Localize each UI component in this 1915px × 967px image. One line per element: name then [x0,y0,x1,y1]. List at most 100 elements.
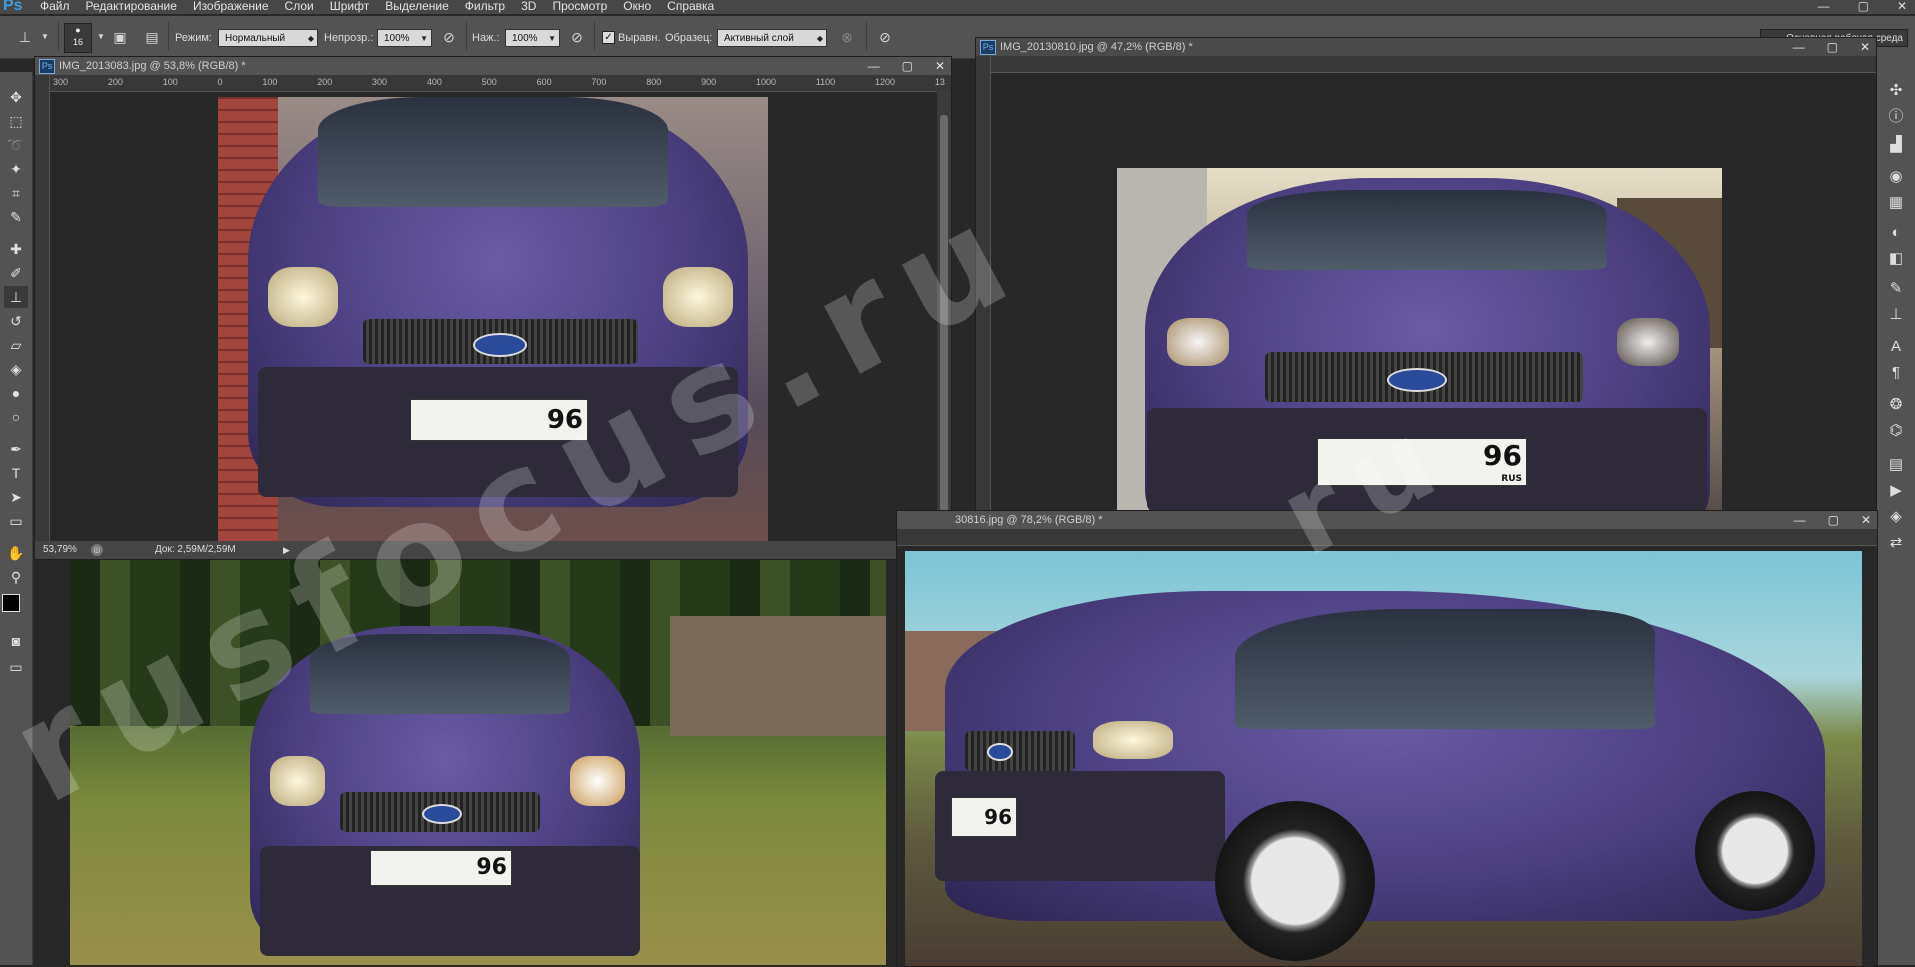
zoom-level[interactable]: 53,79% [43,541,77,559]
sample-select[interactable]: Активный слой ◆ [717,29,827,47]
vertical-scrollbar[interactable] [937,91,951,541]
eyedropper-icon[interactable]: ✎ [4,206,28,228]
zoom-icon[interactable]: ⚲ [4,566,28,588]
horizontal-ruler[interactable]: 300 200 100 0 100 200 300 400 500 600 700 800 900 100… [49,75,951,92]
brush-presets-icon[interactable]: ✎ [1885,278,1907,300]
lasso-icon[interactable]: ➰ [4,134,28,156]
actions-icon[interactable]: ▶ [1885,480,1907,502]
scrollbar-thumb[interactable] [940,115,948,515]
pen-icon[interactable]: ✒ [4,438,28,460]
shape-icon[interactable]: ▭ [4,510,28,532]
marquee-icon[interactable]: ⬚ [4,110,28,132]
clone-source-icon[interactable]: ⊥ [1885,304,1907,326]
app-maximize-icon[interactable]: ▢ [1858,0,1869,13]
clone-stamp-icon[interactable]: ⊥ [4,286,28,308]
layers-icon[interactable]: ◈ [1885,506,1907,528]
document-2-canvas[interactable]: 96 RUS [1117,168,1722,512]
color-icon[interactable]: ◉ [1885,166,1907,188]
tablet-pressure-opacity-icon[interactable]: ⊘ [438,26,460,48]
app-minimize-icon[interactable]: — [1818,0,1830,13]
horizontal-ruler[interactable] [990,56,1876,73]
paragraph-icon[interactable]: ¶ [1885,362,1907,384]
minimize-icon[interactable]: — [1793,38,1805,56]
minimize-icon[interactable]: — [868,57,880,75]
menu-3d[interactable]: 3D [521,0,536,14]
healing-icon[interactable]: ✚ [4,238,28,260]
histogram-icon[interactable]: ▟ [1885,134,1907,156]
mode-select[interactable]: Нормальный ◆ [218,29,318,47]
tool-preset-dropdown-icon[interactable]: ▼ [34,26,56,48]
history-brush-icon[interactable]: ↺ [4,310,28,332]
move-icon[interactable]: ✥ [4,86,28,108]
status-menu-arrow-icon[interactable]: ▶ [283,541,290,559]
document-window-2[interactable]: Ps IMG_20130810.jpg @ 47,2% (RGB/8) * — ▢… [975,37,1877,513]
magic-wand-icon[interactable]: ✦ [4,158,28,180]
maximize-icon[interactable]: ▢ [1828,511,1839,529]
type-icon[interactable]: T [4,462,28,484]
paint-bucket-icon[interactable]: ◈ [4,358,28,380]
info-icon[interactable]: ⓘ [1885,106,1907,128]
app-close-icon[interactable]: ✕ [1897,0,1907,13]
menu-window[interactable]: Окно [623,0,651,14]
toggle-brush-panel-icon[interactable]: ▣ [109,26,131,48]
quick-mask-icon[interactable]: ◙ [4,630,28,652]
styles-icon[interactable]: ◐ [1885,222,1907,244]
menu-layer[interactable]: Слои [285,0,314,14]
menu-select[interactable]: Выделение [385,0,449,14]
foreground-color-swatch[interactable] [2,594,20,612]
toggle-clone-source-icon[interactable]: ▤ [141,26,163,48]
document-1-canvas[interactable]: 96 [218,97,768,541]
character-icon[interactable]: A [1885,336,1907,358]
channels-icon[interactable]: ❂ [1885,394,1907,416]
minimize-icon[interactable]: — [1794,511,1806,529]
swatches-icon[interactable]: ▦ [1885,192,1907,214]
path-select-icon[interactable]: ➤ [4,486,28,508]
eraser-icon[interactable]: ▱ [4,334,28,356]
menu-edit[interactable]: Редактирование [86,0,177,14]
share-icon[interactable]: ◎ [91,544,103,556]
blur-icon[interactable]: ● [4,382,28,404]
crop-icon[interactable]: ⌗ [4,182,28,204]
photoshop-logo: Ps [3,0,23,14]
airbrush-icon[interactable]: ⊘ [566,26,588,48]
ignore-adjustment-layers-icon[interactable]: ⊗ [836,26,858,48]
layer-comps-icon[interactable]: ⇄ [1885,532,1907,554]
dodge-icon[interactable]: ○ [4,406,28,428]
close-icon[interactable]: ✕ [1860,38,1870,56]
screen-mode-icon[interactable]: ▭ [4,656,28,678]
menu-file[interactable]: Файл [40,0,70,14]
pressure-input[interactable]: 100% ▼ [505,29,560,47]
license-plate: 96 [410,399,588,441]
document-3-canvas[interactable]: 96 [905,551,1862,966]
windshield [1247,190,1607,270]
close-icon[interactable]: ✕ [935,57,945,75]
brush-size-picker[interactable]: ● 16 [64,23,92,53]
opacity-input[interactable]: 100% ▼ [377,29,432,47]
document-window-3[interactable]: 30816.jpg @ 78,2% (RGB/8) * — ▢ ✕ 96 [896,510,1878,967]
tablet-pressure-size-icon[interactable]: ⊘ [874,26,896,48]
clone-stamp-preset-icon[interactable]: ⊥ [14,26,36,48]
hand-icon[interactable]: ✋ [4,542,28,564]
history-icon[interactable]: ▤ [1885,454,1907,476]
vertical-ruler[interactable] [976,56,991,512]
brush-icon[interactable]: ✐ [4,262,28,284]
menu-help[interactable]: Справка [667,0,714,14]
menu-image[interactable]: Изображение [193,0,269,14]
vertical-ruler[interactable] [35,75,50,541]
paths-icon[interactable]: ⌬ [1885,420,1907,442]
maximize-icon[interactable]: ▢ [1827,38,1838,56]
document-3-title-bar[interactable]: 30816.jpg @ 78,2% (RGB/8) * — ▢ ✕ [897,511,1877,529]
menu-filter[interactable]: Фильтр [465,0,505,14]
navigator-icon[interactable]: ✣ [1885,80,1907,102]
horizontal-ruler[interactable] [897,529,1877,546]
menu-type[interactable]: Шрифт [330,0,369,14]
app-window-buttons: — ▢ ✕ [1818,0,1907,13]
menu-view[interactable]: Просмотр [552,0,607,14]
document-2-title-bar[interactable]: Ps IMG_20130810.jpg @ 47,2% (RGB/8) * — ▢… [976,38,1876,56]
maximize-icon[interactable]: ▢ [902,57,913,75]
adjustments-icon[interactable]: ◧ [1885,248,1907,270]
document-window-1[interactable]: Ps IMG_2013083.jpg @ 53,8% (RGB/8) * — ▢ … [34,56,952,560]
close-icon[interactable]: ✕ [1861,511,1871,529]
document-1-title-bar[interactable]: Ps IMG_2013083.jpg @ 53,8% (RGB/8) * — ▢ … [35,57,951,75]
aligned-checkbox[interactable]: ✓ [602,31,615,44]
